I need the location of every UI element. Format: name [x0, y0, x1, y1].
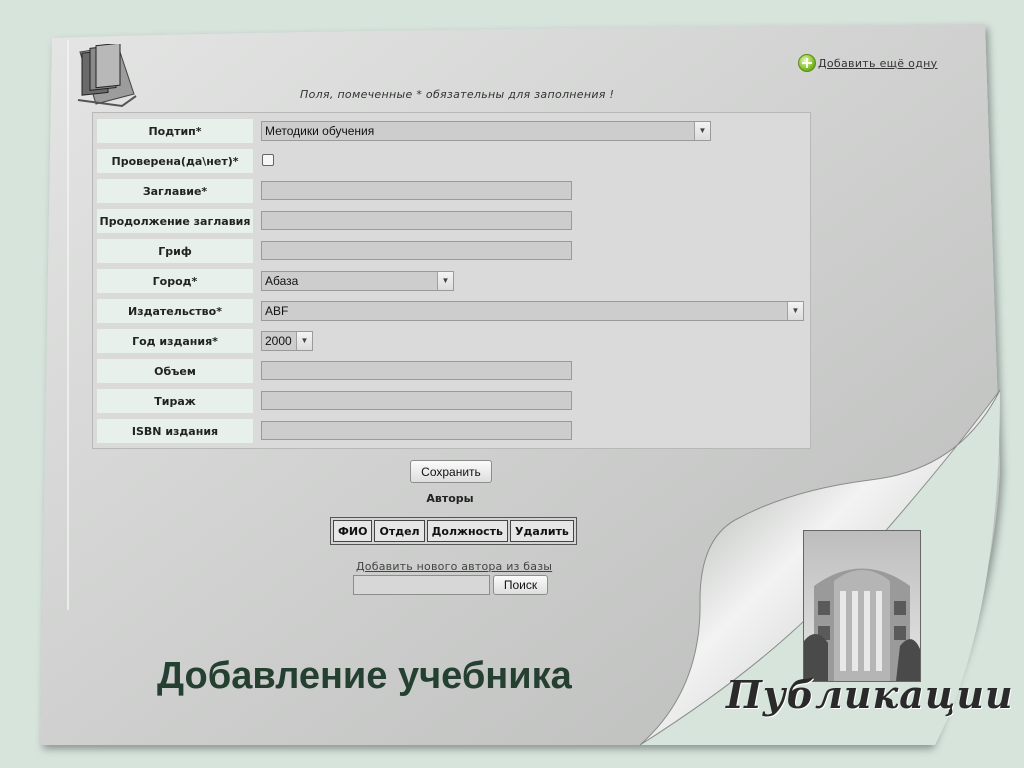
subtype-label: Подтип*: [97, 119, 253, 143]
add-author-from-db-link[interactable]: Добавить нового автора из базы: [356, 560, 552, 573]
isbn-input[interactable]: [261, 421, 572, 440]
column-header-department[interactable]: Отдел: [374, 520, 425, 542]
publisher-value: ABF: [265, 304, 289, 318]
save-button[interactable]: Сохранить: [410, 460, 492, 483]
column-header-fio[interactable]: ФИО: [333, 520, 373, 542]
volume-row: Объем: [97, 359, 807, 383]
column-header-delete[interactable]: Удалить: [509, 520, 574, 542]
publisher-label: Издательство*: [97, 299, 253, 323]
year-label: Год издания*: [97, 329, 253, 353]
plus-icon: [798, 54, 816, 72]
subtype-row: Подтип* Методики обучения ▼: [97, 119, 807, 143]
search-button[interactable]: Поиск: [493, 575, 548, 595]
stamp-label: Гриф: [97, 239, 253, 263]
publisher-row: Издательство* ABF ▼: [97, 299, 807, 323]
authors-table: ФИО Отдел Должность Удалить: [330, 517, 577, 545]
building-photo: [803, 530, 921, 682]
circulation-row: Тираж: [97, 389, 807, 413]
verified-label: Проверена(да\нет)*: [97, 149, 253, 173]
author-search-input[interactable]: [353, 575, 490, 595]
authors-heading: Авторы: [426, 492, 474, 505]
volume-label: Объем: [97, 359, 253, 383]
title-row: Заглавие*: [97, 179, 807, 203]
column-header-position[interactable]: Должность: [426, 520, 508, 542]
textbook-form: Подтип* Методики обучения ▼ Проверена(да…: [92, 112, 811, 449]
city-label: Город*: [97, 269, 253, 293]
books-icon: [77, 44, 137, 108]
stamp-input[interactable]: [261, 241, 572, 260]
publisher-select[interactable]: ABF ▼: [261, 301, 804, 321]
add-another-label: Добавить ещё одну: [818, 56, 938, 70]
chevron-down-icon: ▼: [437, 272, 453, 290]
verified-checkbox[interactable]: [262, 154, 274, 166]
add-another-link[interactable]: Добавить ещё одну: [798, 54, 937, 72]
isbn-row: ISBN издания: [97, 419, 807, 443]
circulation-label: Тираж: [97, 389, 253, 413]
page-title: Добавление учебника: [157, 655, 572, 697]
subtype-value: Методики обучения: [265, 124, 375, 138]
year-row: Год издания* 2000 ▼: [97, 329, 807, 353]
year-value: 2000: [265, 334, 292, 348]
year-select[interactable]: 2000 ▼: [261, 331, 313, 351]
volume-input[interactable]: [261, 361, 572, 380]
chevron-down-icon: ▼: [694, 122, 710, 140]
required-fields-note: Поля, помеченные * обязательны для запол…: [300, 88, 615, 101]
isbn-label: ISBN издания: [97, 419, 253, 443]
circulation-input[interactable]: [261, 391, 572, 410]
title-label: Заглавие*: [97, 179, 253, 203]
city-select[interactable]: Абаза ▼: [261, 271, 454, 291]
stamp-row: Гриф: [97, 239, 807, 263]
chevron-down-icon: ▼: [787, 302, 803, 320]
city-value: Абаза: [265, 274, 299, 288]
chevron-down-icon: ▼: [296, 332, 312, 350]
subtype-select[interactable]: Методики обучения ▼: [261, 121, 711, 141]
title-continuation-row: Продолжение заглавия: [97, 209, 807, 233]
verified-row: Проверена(да\нет)*: [97, 149, 807, 173]
brand-logo-text: Публикации: [726, 672, 1014, 717]
title-input[interactable]: [261, 181, 572, 200]
city-row: Город* Абаза ▼: [97, 269, 807, 293]
title-continuation-label: Продолжение заглавия: [97, 209, 253, 233]
title-continuation-input[interactable]: [261, 211, 572, 230]
